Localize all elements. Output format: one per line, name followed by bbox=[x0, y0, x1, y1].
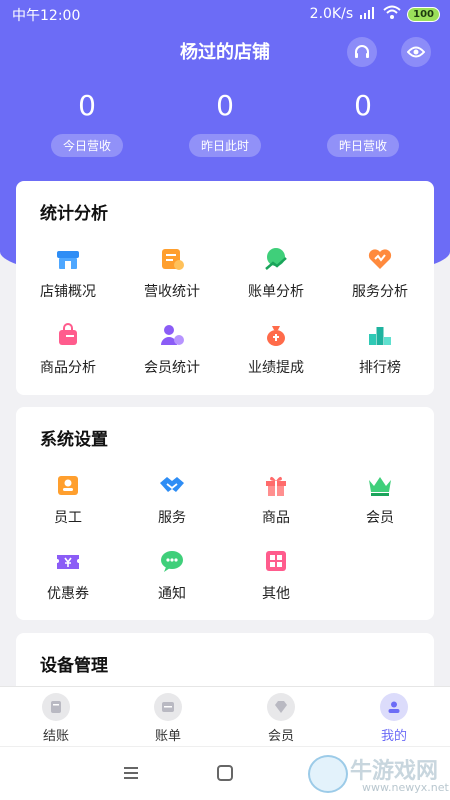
stat-label: 昨日营收 bbox=[326, 134, 399, 157]
mascot-logo bbox=[308, 755, 348, 793]
menu-notification[interactable]: 通知 bbox=[120, 547, 224, 603]
checkout-icon bbox=[42, 693, 70, 721]
handshake-icon bbox=[158, 471, 186, 499]
stat-value: 0 bbox=[216, 89, 234, 122]
stat-label: 昨日此时 bbox=[188, 134, 261, 157]
watermark: 牛游戏网 www.newyx.net bbox=[300, 751, 450, 797]
home-icon[interactable] bbox=[217, 765, 233, 781]
customer-service-button[interactable] bbox=[347, 37, 377, 67]
tab-member[interactable]: 会员 bbox=[225, 693, 337, 744]
watermark-url: www.newyx.net bbox=[362, 781, 449, 794]
menu-label: 员工 bbox=[54, 510, 82, 526]
crown-icon bbox=[366, 471, 394, 499]
menu-store-overview[interactable]: 店铺概况 bbox=[16, 245, 120, 301]
gift-icon bbox=[262, 471, 290, 499]
stat-yesterday-same-time[interactable]: 0 昨日此时 bbox=[175, 88, 275, 157]
stat-value: 0 bbox=[78, 89, 96, 122]
money-bag-icon bbox=[262, 321, 290, 349]
menu-label: 商品 bbox=[262, 510, 290, 526]
stat-value: 0 bbox=[354, 89, 372, 122]
visibility-toggle-button[interactable] bbox=[401, 37, 431, 67]
stat-label: 今日营收 bbox=[50, 134, 123, 157]
menu-bill-analysis[interactable]: 账单分析 bbox=[224, 245, 328, 301]
system-nav-bar: 牛游戏网 www.newyx.net bbox=[0, 746, 450, 800]
menu-performance-commission[interactable]: 业绩提成 bbox=[224, 321, 328, 377]
menu-label: 账单分析 bbox=[248, 284, 304, 300]
page-title: 杨过的店铺 bbox=[180, 42, 270, 63]
revenue-stats: 0 今日营收 0 昨日此时 0 昨日营收 bbox=[0, 88, 450, 168]
tab-label: 会员 bbox=[267, 729, 294, 744]
id-badge-icon bbox=[54, 471, 82, 499]
store-icon bbox=[54, 245, 82, 273]
section-title: 统计分析 bbox=[40, 204, 108, 224]
settings-card: 系统设置 员工 服务 商品 会员 优惠券 通知 其他 bbox=[16, 407, 434, 620]
device-management-card: 设备管理 bbox=[16, 633, 434, 693]
status-time: 中午12:00 bbox=[12, 8, 81, 24]
tab-mine[interactable]: 我的 bbox=[338, 693, 450, 744]
menu-label: 营收统计 bbox=[144, 284, 200, 300]
menu-label: 商品分析 bbox=[40, 360, 96, 376]
menu-icon[interactable] bbox=[124, 767, 138, 779]
analysis-card: 统计分析 店铺概况 营收统计 账单分析 服务分析 商品分析 会员统计 业绩提成 … bbox=[16, 181, 434, 395]
menu-other[interactable]: 其他 bbox=[224, 547, 328, 603]
bill-icon bbox=[154, 693, 182, 721]
tab-bill[interactable]: 账单 bbox=[112, 693, 224, 744]
menu-revenue-stats[interactable]: 营收统计 bbox=[120, 245, 224, 301]
menu-label: 通知 bbox=[158, 586, 186, 602]
grid-box-icon bbox=[262, 547, 290, 575]
menu-member-stats[interactable]: 会员统计 bbox=[120, 321, 224, 377]
revenue-icon bbox=[158, 245, 186, 273]
section-title: 系统设置 bbox=[40, 430, 108, 450]
network-speed: 2.0K/s bbox=[309, 6, 354, 22]
section-title: 设备管理 bbox=[40, 656, 108, 676]
profile-icon bbox=[380, 693, 408, 721]
tab-checkout[interactable]: 结账 bbox=[0, 693, 112, 744]
menu-label: 业绩提成 bbox=[248, 360, 304, 376]
menu-product-analysis[interactable]: 商品分析 bbox=[16, 321, 120, 377]
top-bar: 杨过的店铺 bbox=[0, 30, 450, 70]
menu-service[interactable]: 服务 bbox=[120, 471, 224, 527]
podium-icon bbox=[366, 321, 394, 349]
menu-service-analysis[interactable]: 服务分析 bbox=[328, 245, 432, 301]
member-icon bbox=[267, 693, 295, 721]
tab-label: 结账 bbox=[42, 729, 69, 744]
menu-label: 排行榜 bbox=[359, 360, 401, 376]
menu-label: 会员 bbox=[366, 510, 394, 526]
wifi-icon bbox=[383, 5, 401, 23]
tab-label: 我的 bbox=[380, 729, 407, 744]
menu-label: 会员统计 bbox=[144, 360, 200, 376]
signal-icon bbox=[359, 6, 377, 22]
battery-indicator: 100 bbox=[407, 6, 440, 22]
bottom-tab-bar: 结账 账单 会员 我的 bbox=[0, 686, 450, 746]
eye-icon bbox=[407, 46, 425, 58]
service-analysis-icon bbox=[366, 245, 394, 273]
menu-label: 店铺概况 bbox=[40, 284, 96, 300]
status-bar: 中午12:00 2.0K/s 100 bbox=[0, 0, 450, 28]
menu-leaderboard[interactable]: 排行榜 bbox=[328, 321, 432, 377]
menu-label: 服务分析 bbox=[352, 284, 408, 300]
stat-yesterday-revenue[interactable]: 0 昨日营收 bbox=[313, 88, 413, 157]
menu-label: 优惠券 bbox=[47, 586, 89, 602]
product-bag-icon bbox=[54, 321, 82, 349]
tab-label: 账单 bbox=[154, 729, 181, 744]
menu-staff[interactable]: 员工 bbox=[16, 471, 120, 527]
headset-icon bbox=[355, 45, 369, 58]
menu-goods[interactable]: 商品 bbox=[224, 471, 328, 527]
chat-bubble-icon bbox=[158, 547, 186, 575]
menu-membership[interactable]: 会员 bbox=[328, 471, 432, 527]
member-chart-icon bbox=[158, 321, 186, 349]
menu-coupon[interactable]: 优惠券 bbox=[16, 547, 120, 603]
menu-label: 其他 bbox=[262, 586, 290, 602]
menu-label: 服务 bbox=[158, 510, 186, 526]
bill-analysis-icon bbox=[262, 245, 290, 273]
stat-today-revenue[interactable]: 0 今日营收 bbox=[37, 88, 137, 157]
coupon-icon bbox=[54, 547, 82, 575]
